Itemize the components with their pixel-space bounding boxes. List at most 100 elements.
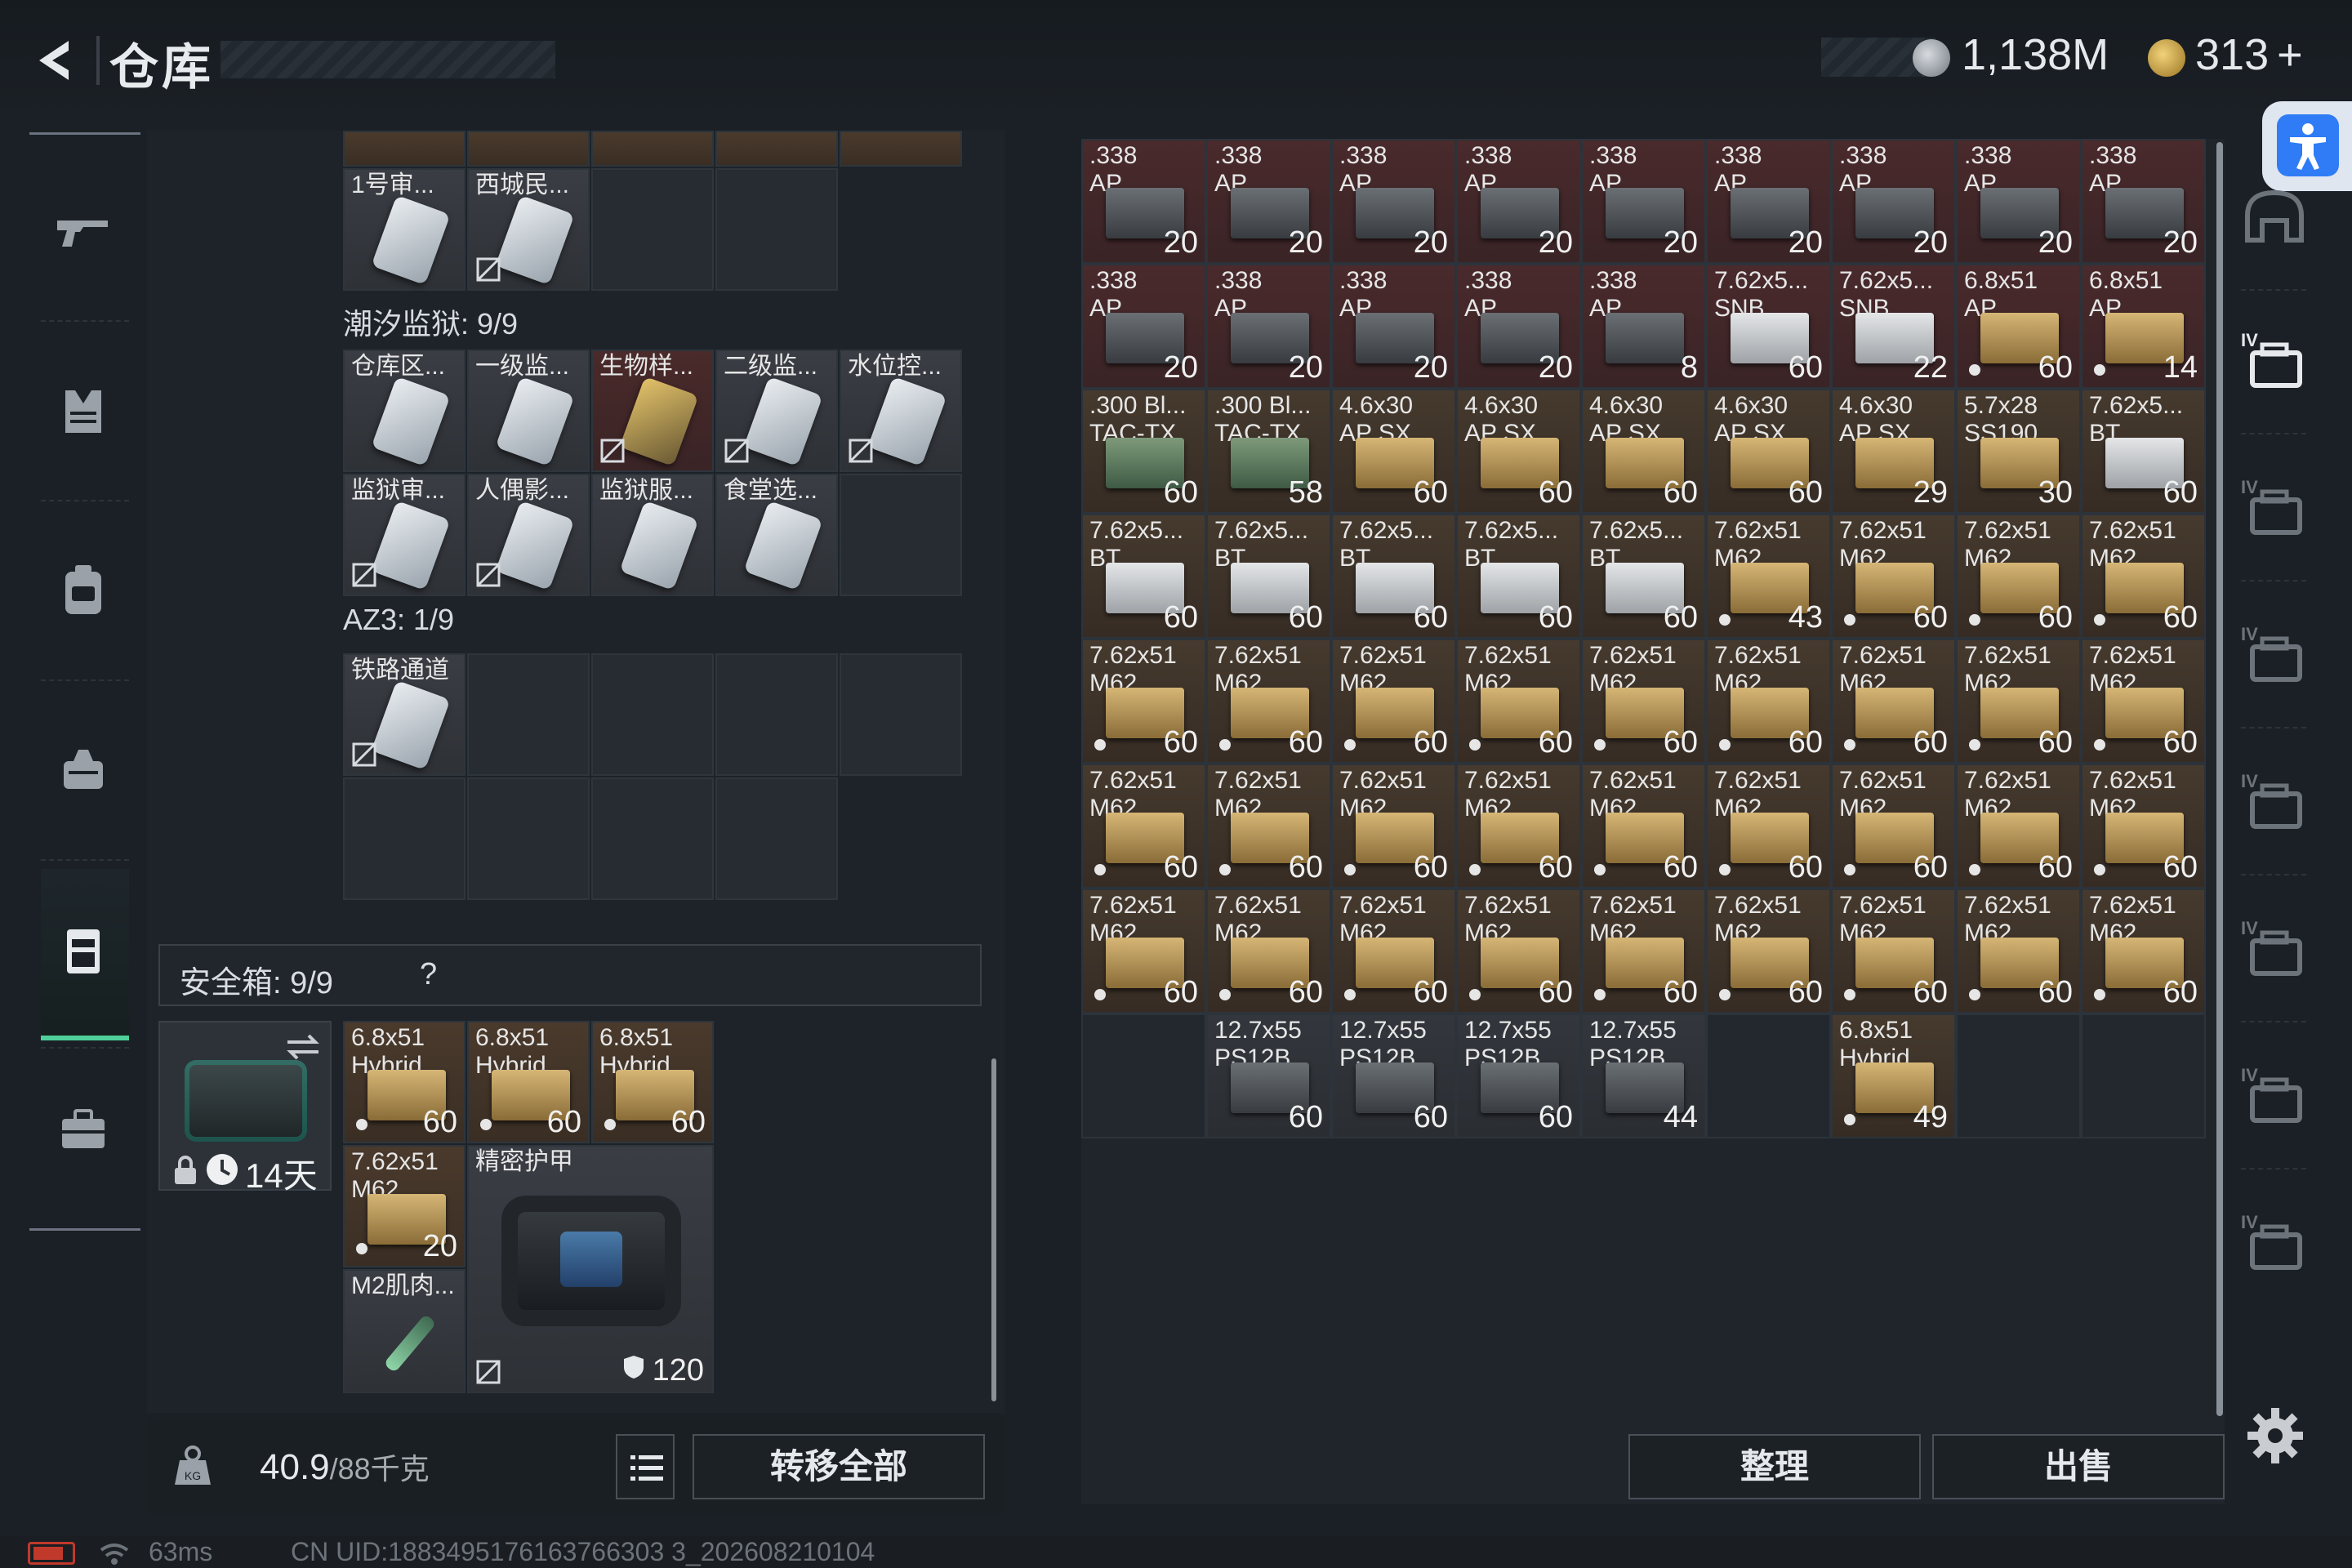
stash-item[interactable]: 7.62x51 M62 60 <box>1956 514 2081 639</box>
item-slot[interactable]: 监狱服... <box>591 474 714 596</box>
item-slot[interactable]: 一级监... <box>467 350 590 472</box>
storage-icon[interactable]: IV <box>2238 327 2311 400</box>
stash-item[interactable]: 7.62x5... SNB 60 <box>1706 264 1831 389</box>
safebox-item[interactable]: 6.8x51 Hybrid 60 <box>591 1021 714 1143</box>
stash-item[interactable]: 7.62x51 M62 60 <box>1081 639 1206 764</box>
stash-item[interactable]: 7.62x51 M62 60 <box>2081 889 2206 1013</box>
stash-item[interactable]: 7.62x51 M62 60 <box>1956 764 2081 889</box>
stash-item[interactable]: 7.62x51 M62 60 <box>1581 764 1706 889</box>
stash-item[interactable]: 7.62x51 M62 60 <box>1456 889 1581 1013</box>
stash-item[interactable]: 7.62x51 M62 60 <box>1706 764 1831 889</box>
keycard-case-icon[interactable]: IV <box>2238 915 2311 988</box>
stash-item[interactable]: .338 AP 20 <box>1206 139 1331 264</box>
stash-item[interactable]: .338 AP 20 <box>1331 139 1456 264</box>
stash-item[interactable]: 4.6x30 AP SX 60 <box>1581 389 1706 514</box>
stash-item[interactable]: 7.62x51 M62 60 <box>1081 764 1206 889</box>
stash-item[interactable]: 7.62x51 M62 60 <box>1706 889 1831 1013</box>
stash-item[interactable]: .338 AP 20 <box>1456 139 1581 264</box>
stash-item[interactable]: .338 AP 20 <box>1706 139 1831 264</box>
stash-item[interactable]: 7.62x5... BT 60 <box>1081 514 1206 639</box>
stash-item[interactable]: 7.62x5... BT 60 <box>2081 389 2206 514</box>
swap-icon[interactable] <box>283 1031 323 1063</box>
sell-button[interactable]: 出售 <box>1932 1434 2225 1499</box>
item-slot[interactable]: 1号审... <box>343 168 466 291</box>
item-slot[interactable]: 水位控... <box>840 350 962 472</box>
stash-item[interactable]: 7.62x51 M62 60 <box>1831 514 1956 639</box>
list-view-button[interactable] <box>616 1434 675 1499</box>
item-slot[interactable]: 仓库区... <box>343 350 466 472</box>
item-slot[interactable]: 二级监... <box>715 350 838 472</box>
safebox-item[interactable]: 6.8x51 Hybrid 60 <box>343 1021 466 1143</box>
stash-item[interactable]: .338 AP 20 <box>1831 139 1956 264</box>
stash-item[interactable]: 7.62x51 M62 43 <box>1706 514 1831 639</box>
stash-item[interactable]: .300 Bl... TAC-TX 58 <box>1206 389 1331 514</box>
briefcase-icon[interactable] <box>51 1098 116 1163</box>
stash-item[interactable]: 4.6x30 AP SX 29 <box>1831 389 1956 514</box>
stash-item[interactable]: 4.6x30 AP SX 60 <box>1706 389 1831 514</box>
stash-item[interactable]: 7.62x51 M62 60 <box>1581 639 1706 764</box>
stash-item[interactable]: 4.6x30 AP SX 60 <box>1456 389 1581 514</box>
stash-item[interactable]: 7.62x51 M62 60 <box>1331 639 1456 764</box>
stash-item[interactable]: 7.62x51 M62 60 <box>1831 889 1956 1013</box>
chest-rig-icon[interactable] <box>51 738 116 804</box>
stash-item[interactable]: 7.62x5... BT 60 <box>1581 514 1706 639</box>
stash-item[interactable]: 7.62x5... BT 60 <box>1206 514 1331 639</box>
backpack-icon[interactable] <box>51 559 116 624</box>
stash-item[interactable]: 6.8x51 AP 60 <box>1956 264 2081 389</box>
stash-item[interactable]: 7.62x51 M62 60 <box>1456 639 1581 764</box>
gun-icon[interactable] <box>51 199 116 265</box>
stash-item[interactable]: 7.62x51 M62 60 <box>1831 639 1956 764</box>
safebox-item[interactable]: 精密护甲 120 <box>467 1145 714 1393</box>
armor-vest-icon[interactable] <box>51 379 116 444</box>
stash-item[interactable]: 7.62x51 M62 60 <box>1206 639 1331 764</box>
stash-item[interactable]: 7.62x51 M62 60 <box>1456 764 1581 889</box>
stash-item[interactable]: 7.62x51 M62 60 <box>1956 639 2081 764</box>
stash-item[interactable]: 7.62x51 M62 60 <box>1956 889 2081 1013</box>
stash-item[interactable]: 7.62x51 M62 60 <box>1206 889 1331 1013</box>
stash-item[interactable]: 7.62x5... BT 60 <box>1331 514 1456 639</box>
stash-item[interactable]: .300 Bl... TAC-TX 60 <box>1081 389 1206 514</box>
stash-item[interactable]: 12.7x55 PS12B 60 <box>1331 1013 1456 1138</box>
stash-item[interactable]: 6.8x51 AP 14 <box>2081 264 2206 389</box>
stash-item[interactable]: .338 AP 20 <box>1331 264 1456 389</box>
stash-scrollbar[interactable] <box>2216 142 2223 1416</box>
medkit-icon[interactable]: IV <box>2238 474 2311 547</box>
ammo-case-icon[interactable]: IV <box>2238 621 2311 694</box>
stash-item[interactable]: 7.62x51 M62 60 <box>1331 764 1456 889</box>
safebox-item[interactable]: 6.8x51 Hybrid 60 <box>467 1021 590 1143</box>
helmet-icon[interactable] <box>2238 183 2311 256</box>
stash-item[interactable]: .338 AP 20 <box>2081 139 2206 264</box>
safebox-slot[interactable]: 14天 <box>158 1021 332 1195</box>
sort-button[interactable]: 整理 <box>1628 1434 1921 1499</box>
stash-item[interactable]: 7.62x5... BT 60 <box>1456 514 1581 639</box>
vault-icon[interactable]: IV <box>2238 1209 2311 1282</box>
stash-item[interactable]: 7.62x51 M62 60 <box>1331 889 1456 1013</box>
stash-item[interactable]: 7.62x51 M62 60 <box>2081 639 2206 764</box>
weapon-case-icon[interactable]: IV <box>2238 768 2311 841</box>
item-slot[interactable]: 西城民... <box>467 168 590 291</box>
stash-item[interactable]: 7.62x51 M62 60 <box>2081 514 2206 639</box>
safebox-icon[interactable] <box>51 918 116 983</box>
stash-item[interactable]: 7.62x51 M62 60 <box>1706 639 1831 764</box>
stash-item[interactable]: 12.7x55 PS12B 60 <box>1456 1013 1581 1138</box>
gear-icon[interactable] <box>2243 1403 2308 1468</box>
stash-item[interactable]: 12.7x55 PS12B 44 <box>1581 1013 1706 1138</box>
stash-item[interactable]: .338 AP 20 <box>1081 139 1206 264</box>
item-slot[interactable]: 监狱审... <box>343 474 466 596</box>
container-scrollbar[interactable] <box>991 1058 996 1401</box>
safebox-item[interactable]: M2肌肉... <box>343 1269 466 1393</box>
stash-item[interactable]: 7.62x51 M62 60 <box>1206 764 1331 889</box>
safebox-help-button[interactable]: ? <box>420 957 437 992</box>
add-bond-button[interactable]: + <box>2277 30 2303 79</box>
item-slot[interactable]: 铁路通道 <box>343 653 466 776</box>
stash-item[interactable]: 7.62x51 M62 60 <box>1581 889 1706 1013</box>
stash-item[interactable]: 7.62x51 M62 60 <box>1831 764 1956 889</box>
stash-item[interactable]: 7.62x5... SNB 22 <box>1831 264 1956 389</box>
back-arrow-icon[interactable] <box>29 36 78 85</box>
stash-item[interactable]: .338 AP 20 <box>1206 264 1331 389</box>
stash-item[interactable]: 6.8x51 Hybrid 49 <box>1831 1013 1956 1138</box>
item-slot[interactable]: 食堂选... <box>715 474 838 596</box>
item-slot[interactable]: 人偶影... <box>467 474 590 596</box>
transfer-all-button[interactable]: 转移全部 <box>693 1434 985 1499</box>
stash-item[interactable]: .338 AP 20 <box>1956 139 2081 264</box>
